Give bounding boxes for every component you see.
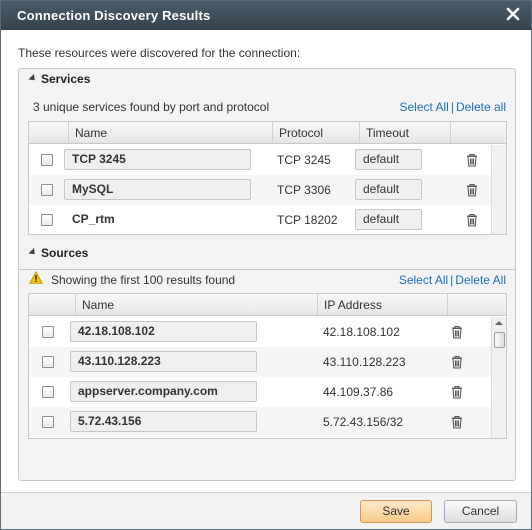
sources-delete-all-link[interactable]: Delete All	[455, 273, 506, 287]
table-row: TCP 3245 TCP 3245 default	[29, 145, 493, 175]
source-ip-address: 44.109.37.86	[323, 385, 394, 399]
dialog-titlebar: Connection Discovery Results	[1, 1, 531, 30]
scrollbar-thumb[interactable]	[494, 332, 505, 348]
table-row: CP_rtm TCP 18202 default	[29, 205, 493, 234]
row-checkbox[interactable]	[42, 416, 54, 428]
trash-icon[interactable]	[466, 213, 478, 227]
save-button[interactable]: Save	[360, 500, 432, 523]
link-separator: |	[450, 100, 454, 114]
table-row: 5.72.43.156 5.72.43.156/32	[29, 407, 492, 437]
source-ip-address: 5.72.43.156/32	[323, 415, 404, 429]
column-header-timeout[interactable]: Timeout	[359, 122, 451, 144]
source-name-field[interactable]: 5.72.43.156	[70, 411, 257, 432]
table-row: 43.110.128.223 43.110.128.223	[29, 347, 492, 377]
trash-icon[interactable]	[451, 355, 463, 369]
row-checkbox[interactable]	[42, 326, 54, 338]
sources-table: Name IP Address 42.18.108.102 42.18.108.…	[28, 293, 507, 439]
services-summary: 3 unique services found by port and prot…	[33, 100, 270, 114]
column-header-protocol[interactable]: Protocol	[272, 122, 360, 144]
trash-icon[interactable]	[466, 183, 478, 197]
source-ip-address: 43.110.128.223	[323, 355, 406, 369]
service-timeout-field[interactable]: default	[355, 179, 422, 200]
link-separator: |	[450, 273, 454, 287]
collapse-triangle-icon	[28, 247, 38, 258]
row-checkbox[interactable]	[41, 154, 53, 166]
warning-icon	[29, 271, 43, 284]
sources-heading[interactable]: Sources	[28, 246, 88, 260]
column-header-ip-address[interactable]: IP Address	[317, 294, 448, 316]
dialog-title: Connection Discovery Results	[17, 8, 211, 23]
row-checkbox[interactable]	[41, 214, 53, 226]
trash-icon[interactable]	[451, 325, 463, 339]
service-protocol: TCP 3245	[277, 153, 331, 167]
services-heading[interactable]: Services	[28, 72, 90, 86]
service-protocol: TCP 18202	[277, 213, 338, 227]
service-timeout-field[interactable]: default	[355, 209, 422, 230]
connection-discovery-dialog: Connection Discovery Results These resou…	[0, 0, 532, 530]
column-header-actions	[450, 122, 493, 144]
service-name-field[interactable]: CP_rtm	[64, 209, 251, 230]
sources-select-all-link[interactable]: Select All	[399, 273, 448, 287]
column-header-actions	[447, 294, 493, 316]
services-delete-all-link[interactable]: Delete all	[456, 100, 506, 114]
source-name-field[interactable]: appserver.company.com	[70, 381, 257, 402]
service-protocol: TCP 3306	[277, 183, 331, 197]
source-name-field[interactable]: 43.110.128.223	[70, 351, 257, 372]
trash-icon[interactable]	[451, 415, 463, 429]
table-row: appserver.company.com 44.109.37.86	[29, 377, 492, 407]
dialog-content: These resources were discovered for the …	[1, 30, 531, 492]
sources-table-header: Name IP Address	[29, 294, 506, 316]
cancel-button[interactable]: Cancel	[444, 500, 517, 523]
trash-icon[interactable]	[466, 153, 478, 167]
dialog-footer: Save Cancel	[1, 492, 531, 529]
table-row: MySQL TCP 3306 default	[29, 175, 493, 205]
row-checkbox[interactable]	[42, 386, 54, 398]
close-icon[interactable]	[505, 6, 521, 22]
trash-icon[interactable]	[451, 385, 463, 399]
source-name-field[interactable]: 42.18.108.102	[70, 321, 257, 342]
service-timeout-field[interactable]: default	[355, 149, 422, 170]
row-checkbox[interactable]	[42, 356, 54, 368]
sources-links: Select All | Delete All	[399, 273, 506, 287]
services-table-header: Name Protocol Timeout	[29, 122, 506, 144]
source-ip-address: 42.18.108.102	[323, 325, 400, 339]
column-header-name[interactable]: Name	[68, 122, 273, 144]
intro-text: These resources were discovered for the …	[18, 46, 301, 60]
service-name-field[interactable]: TCP 3245	[64, 149, 251, 170]
service-name-field[interactable]: MySQL	[64, 179, 251, 200]
collapse-triangle-icon	[28, 73, 38, 84]
results-panel: Services 3 unique services found by port…	[18, 68, 516, 481]
sources-scrollbar[interactable]	[491, 317, 506, 438]
services-table: Name Protocol Timeout TCP 3245 TCP 3245 …	[28, 121, 507, 235]
row-checkbox[interactable]	[41, 184, 53, 196]
services-scrollbar[interactable]	[491, 145, 506, 234]
section-divider	[19, 269, 515, 270]
sources-summary: Showing the first 100 results found	[51, 273, 236, 287]
column-header-name[interactable]: Name	[75, 294, 318, 316]
table-row: 42.18.108.102 42.18.108.102	[29, 317, 492, 347]
scroll-up-arrow-icon[interactable]	[495, 321, 503, 325]
services-select-all-link[interactable]: Select All	[399, 100, 448, 114]
services-links: Select All | Delete all	[399, 100, 506, 114]
